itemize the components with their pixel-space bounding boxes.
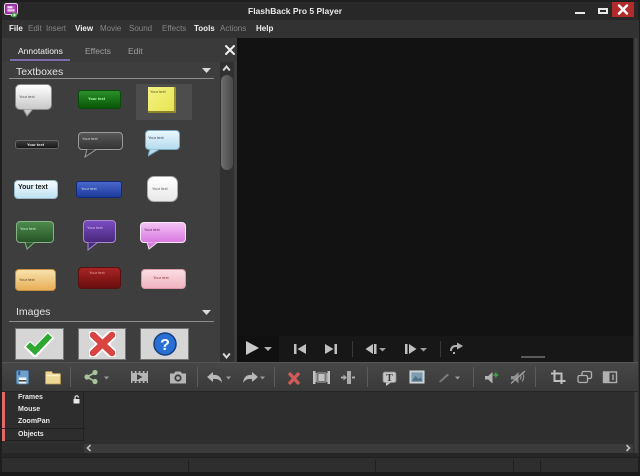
- svg-text:?: ?: [160, 337, 170, 354]
- svg-text:T: T: [386, 373, 393, 384]
